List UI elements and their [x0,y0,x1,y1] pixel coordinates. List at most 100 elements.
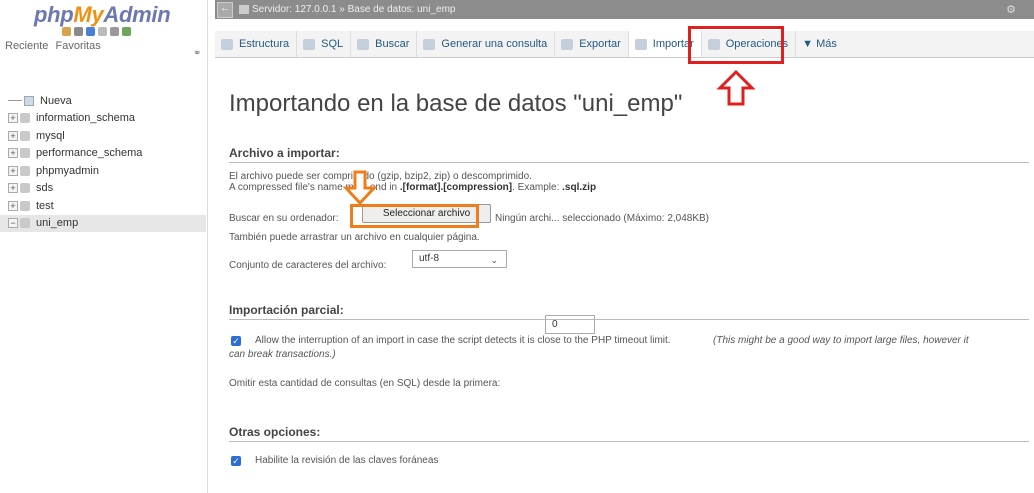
database-icon [20,183,30,194]
tab-exportar[interactable]: Exportar [555,31,629,57]
tab-label: Buscar [375,38,410,50]
settings-icon[interactable] [110,27,119,36]
max-size-text: (Máximo: 2,048KB) [623,213,710,224]
home-icon[interactable] [62,27,71,36]
divider [229,441,1029,442]
navigation-sidebar: phpMyAdmin Reciente Favoritas ⚭ Nueva + i… [0,0,208,493]
structure-icon [221,38,233,50]
expand-icon[interactable]: + [8,165,18,176]
expand-icon[interactable]: + [8,148,18,159]
tree-item-label: performance_schema [36,147,143,160]
recent-favorites-tabs: Reciente Favoritas [5,40,105,52]
tree-item-label: mysql [36,129,65,142]
tree-item-phpmyadmin[interactable]: + phpmyadmin [8,162,206,180]
page-title: Importando en la base de datos "uni_emp" [229,90,683,117]
tab-estructura[interactable]: Estructura [215,31,298,57]
section-title-partial: Importación parcial: [229,303,344,317]
server-icon [239,5,249,14]
tab-buscar[interactable]: Buscar [351,31,418,57]
tab-label: ▼ Más [802,38,837,50]
tree-item-label: Nueva [40,94,72,107]
tree-item-label: information_schema [36,112,136,125]
red-arrow-up-icon [716,70,756,106]
breadcrumb-bar: ← Servidor: 127.0.0.1 » Base de datos: u… [215,0,1034,19]
skip-queries-input[interactable]: 0 [545,315,595,334]
tree-line [8,100,22,102]
tab-label: Exportar [579,38,621,50]
database-icon [20,130,30,141]
import-icon [634,38,647,50]
tab-favorites[interactable]: Favoritas [55,40,100,52]
gear-icon[interactable]: ⚙ [1006,3,1016,16]
collapse-icon[interactable]: ← [217,1,233,18]
tab-label: SQL [321,38,344,50]
tree-item-new[interactable]: Nueva [8,92,206,110]
logout-icon[interactable] [74,27,83,36]
breadcrumb[interactable]: Servidor: 127.0.0.1 » Base de datos: uni… [252,4,455,15]
tab-mas[interactable]: ▼ Más [796,31,844,57]
database-icon [20,218,30,229]
tab-sql[interactable]: SQL [297,31,352,57]
database-icon [20,165,30,176]
tree-item-label: sds [36,182,54,195]
allow-interrupt-checkbox[interactable]: ✓ [231,336,241,346]
tree-item-mysql[interactable]: + mysql [8,127,206,145]
tree-item-performance-schema[interactable]: + performance_schema [8,145,206,163]
section-title-other: Otras opciones: [229,425,321,439]
main-menu-tabs: Estructura SQL Buscar Generar una consul… [215,31,1034,58]
compression-format-info: A compressed file's name must end in .[f… [229,182,596,193]
file-status: Ningún archi... seleccionado (Máximo: 2,… [495,213,709,224]
divider [229,319,1029,320]
quick-icons [62,27,131,36]
new-database-icon [24,95,34,106]
tree-item-sds[interactable]: + sds [8,180,206,198]
browse-label: Buscar en su ordenador: [229,213,339,224]
format-text: . Example: [512,182,563,193]
divider [229,162,1029,163]
expand-icon[interactable]: + [8,130,18,141]
tab-label: Generar una consulta [441,38,548,50]
logo-php: php [34,2,74,27]
phpmyadmin-logo[interactable]: phpMyAdmin [34,2,171,28]
tree-item-label: test [36,199,54,212]
database-icon [20,200,30,211]
foreign-keys-label: Habilite la revisión de las claves forán… [255,455,439,466]
tree-item-uni-emp[interactable]: − uni_emp [0,214,206,232]
reload-icon[interactable] [122,27,131,36]
database-icon [20,148,30,159]
database-icon [20,113,30,124]
format-example: .sql.zip [562,182,597,193]
format-bold: .[format].[compression] [399,182,513,193]
collapse-icon[interactable]: − [8,218,18,229]
charset-select[interactable]: utf-8 ⌄ [412,250,507,268]
expand-icon[interactable]: + [8,183,18,194]
allow-interrupt-text: Allow the interruption of an import in c… [255,335,671,346]
docs-icon[interactable] [98,27,107,36]
query-icon [423,38,436,50]
compression-info: El archivo puede ser comprimido (gzip, b… [229,171,532,182]
chevron-down-icon: ⌄ [490,255,498,265]
expand-icon[interactable]: + [8,113,18,124]
logo-admin: Admin [103,2,171,27]
allow-interrupt-note: (This might be a good way to import larg… [713,335,969,346]
no-file-text: Ningún archi... seleccionado [495,213,621,224]
highlight-box-select-file [350,204,479,228]
highlight-box-importar [688,26,784,64]
charset-label: Conjunto de caracteres del archivo: [229,260,387,271]
foreign-keys-checkbox[interactable]: ✓ [231,456,241,466]
logo-my: My [73,2,104,27]
section-title-file: Archivo a importar: [229,146,340,160]
tab-generar-consulta[interactable]: Generar una consulta [417,31,556,57]
tree-item-test[interactable]: + test [8,197,206,215]
expand-icon[interactable]: + [8,200,18,211]
tree-item-label: uni_emp [36,217,79,230]
tab-label: Estructura [239,38,290,50]
tree-item-information-schema[interactable]: + information_schema [8,110,206,128]
search-icon [357,38,370,50]
tab-recent[interactable]: Reciente [5,40,48,52]
link-icon[interactable]: ⚭ [193,48,201,59]
charset-value: utf-8 [419,253,440,264]
sql-icon [303,38,316,50]
tree-item-label: phpmyadmin [36,164,99,177]
help-icon[interactable] [86,27,95,36]
